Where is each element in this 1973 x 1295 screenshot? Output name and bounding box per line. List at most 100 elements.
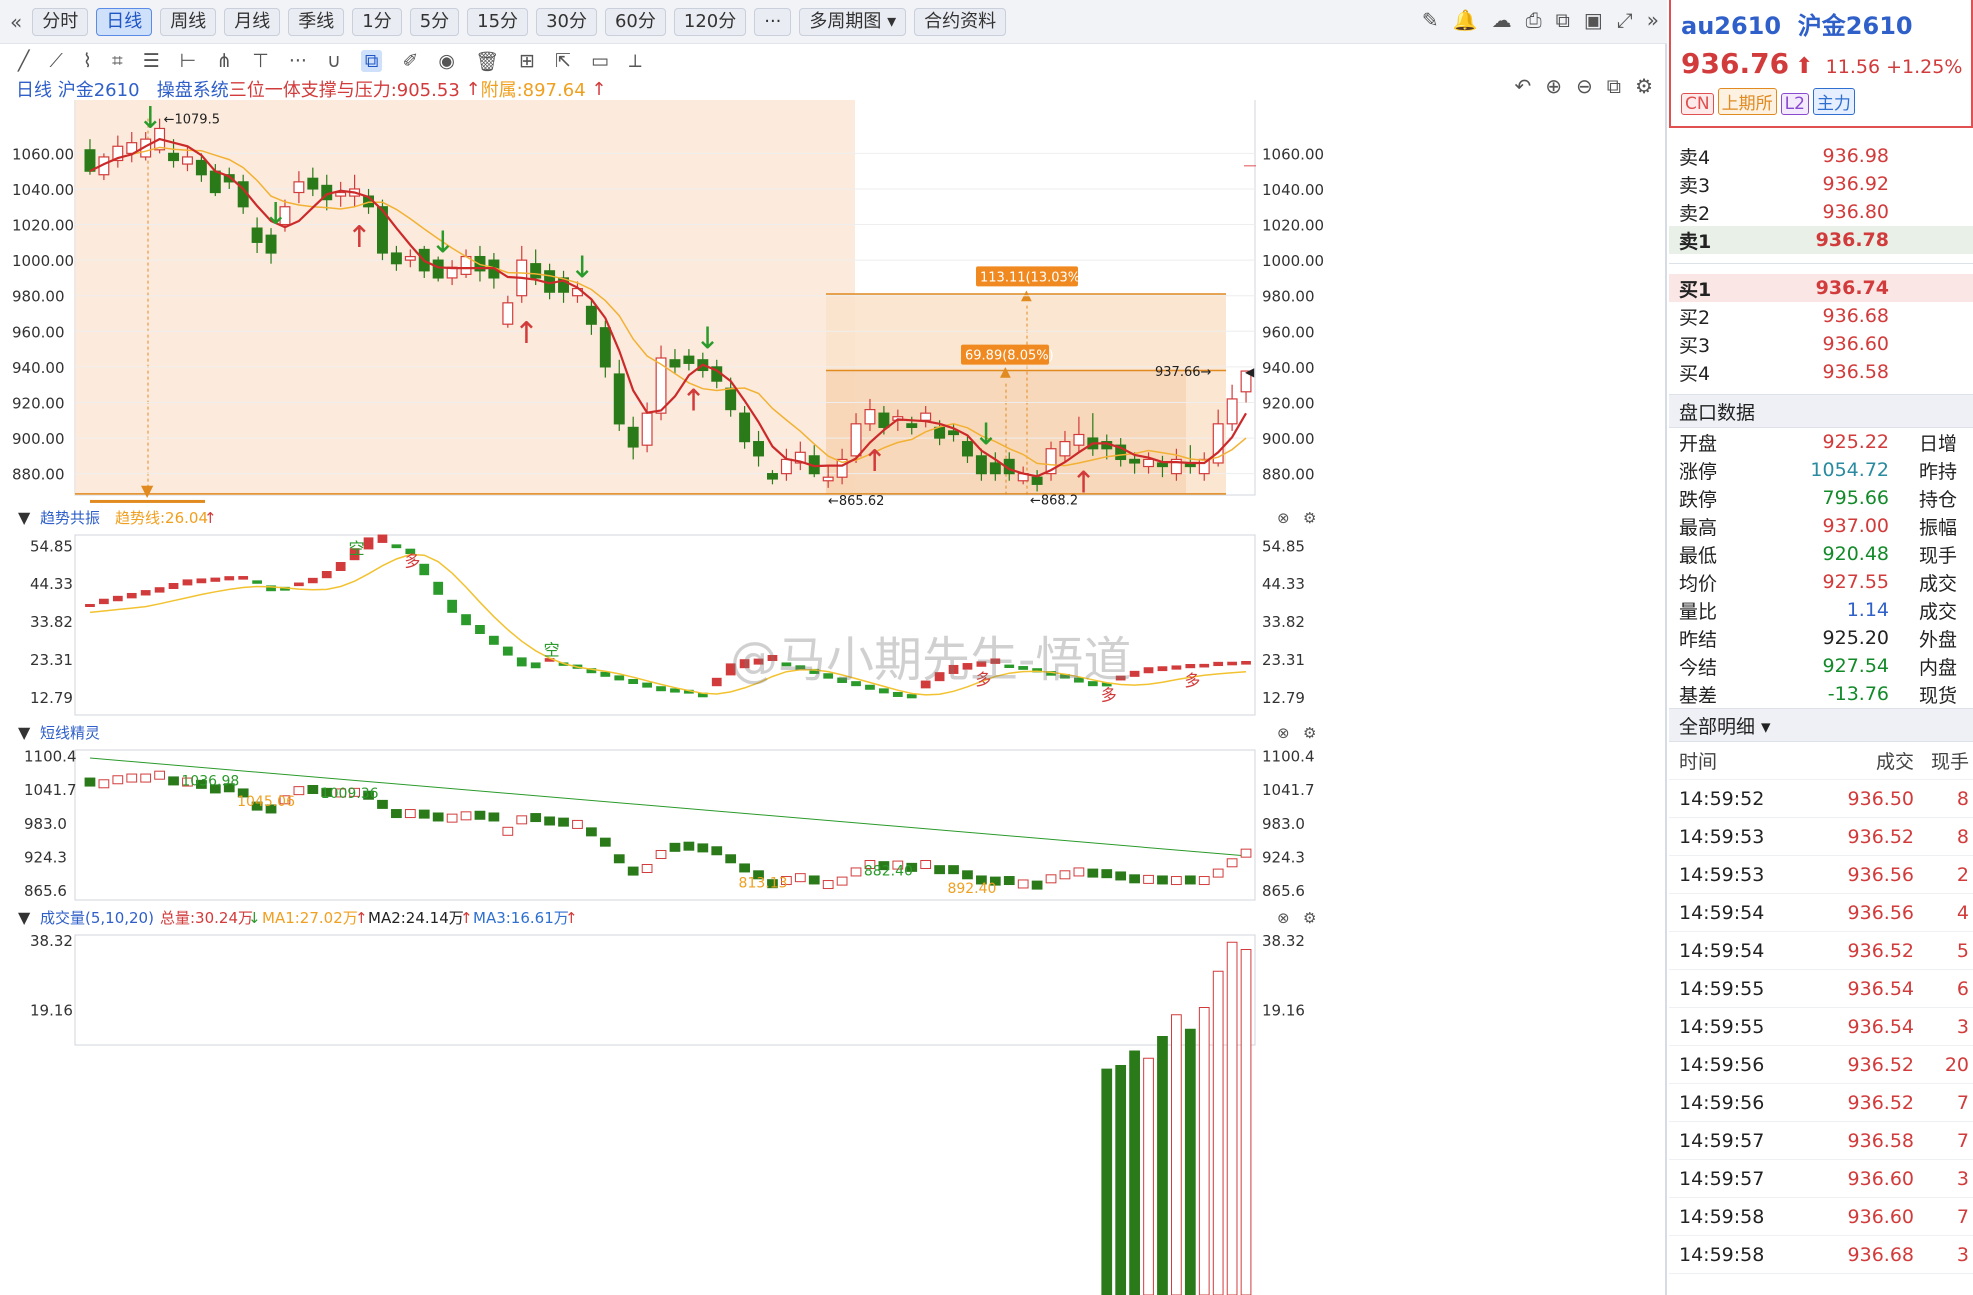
settings-icon[interactable]: ⚙ [1635, 74, 1653, 98]
trend-bar [920, 680, 931, 689]
short-value-label: 882.40 [864, 863, 913, 879]
panel-label: 涨停 [1679, 460, 1718, 483]
tick-row: 14:59:55 936.54 3 [1669, 1008, 1973, 1046]
period-button[interactable]: ··· [754, 7, 792, 36]
expand-right-icon[interactable]: » [1647, 8, 1659, 32]
fib-tool-icon[interactable]: ☰ [143, 50, 160, 72]
overlay-icon[interactable]: ⧉ [360, 50, 383, 72]
fan-tool-icon[interactable]: ⋔ [216, 50, 232, 72]
tick-list[interactable]: 14:59:52 936.50 8 14:59:53 936.52 8 14:59:53 93… [1669, 780, 1973, 1274]
col-time: 时间 [1679, 751, 1718, 773]
zoom-out-icon[interactable]: ⊖ [1576, 74, 1593, 98]
ruler-icon[interactable]: ⟂ [629, 50, 642, 72]
period-button[interactable]: 合约资料 [914, 7, 1007, 36]
price-change: 11.56 [1825, 56, 1881, 78]
short-bar [613, 854, 625, 864]
buy-row[interactable]: 买2 936.68 [1669, 302, 1973, 330]
collapse-left-icon[interactable]: « [10, 10, 22, 34]
line-tool-icon[interactable]: ╱ [18, 50, 29, 72]
candle-body [195, 159, 207, 176]
tick-vol: 5 [1956, 939, 1969, 962]
period-button[interactable]: 30分 [536, 7, 597, 36]
cloud-icon[interactable]: ☁ [1492, 8, 1512, 32]
ticks-title[interactable]: 全部明细 ▾ [1669, 708, 1973, 742]
candle-body [1156, 462, 1168, 468]
camera-icon[interactable]: ⎙ [1526, 8, 1542, 32]
ray-tool-icon[interactable]: ⟋ [49, 50, 62, 72]
panel-row: 量比 1.14 成交 [1669, 596, 1973, 624]
period-button[interactable]: 分时 [32, 7, 89, 36]
short-bar [655, 849, 667, 859]
candle-body [766, 473, 778, 480]
crop-tool-icon[interactable]: ⌗ [112, 50, 123, 72]
volume-bar [1101, 1068, 1113, 1295]
measure-arrow-icon: ▼ [141, 481, 154, 500]
bell-icon[interactable]: 🔔 [1453, 8, 1478, 32]
period-button[interactable]: 周线 [160, 7, 217, 36]
tick-row: 14:59:56 936.52 20 [1669, 1046, 1973, 1084]
comment-icon[interactable]: ▭ [591, 50, 609, 72]
period-button[interactable]: 季线 [288, 7, 345, 36]
up-arrow-icon: ↑ [460, 909, 473, 927]
share-icon[interactable]: ⇱ [555, 50, 571, 72]
buy-row[interactable]: 买3 936.60 [1669, 330, 1973, 358]
period-button[interactable]: 月线 [224, 7, 281, 36]
eraser-icon[interactable]: ✐ [402, 50, 418, 72]
buy-row[interactable]: 买4 936.58 [1669, 358, 1973, 386]
period-button[interactable]: 60分 [604, 7, 666, 36]
pen-icon[interactable]: ✎ [1422, 8, 1439, 32]
trend-bar [851, 681, 861, 687]
trend-tick-label: 33.82 [30, 613, 73, 631]
fullscreen-icon[interactable]: ⤢ [1617, 8, 1633, 32]
y-tick-label: 1040.00 [1262, 181, 1324, 199]
buy-row[interactable]: 买1 936.74 [1669, 274, 1973, 302]
kline-charts[interactable]: ▼▲▲113.11(13.03%)69.89(8.05%)880.00 880.0… [0, 100, 1667, 1295]
monitor-icon[interactable]: ▣ [1584, 8, 1603, 32]
trend-bar [196, 578, 207, 584]
period-button[interactable]: 15分 [467, 7, 529, 36]
window-icon[interactable]: ⧉ [1556, 8, 1570, 32]
trend-tick-label: 54.85 [30, 537, 73, 555]
undo-icon[interactable]: ↶ [1514, 74, 1531, 98]
tick-vol: 7 [1956, 1129, 1969, 1152]
tick-time: 14:59:54 [1679, 901, 1765, 924]
short-bar [962, 870, 973, 880]
trend-bar [210, 577, 221, 582]
tick-row: 14:59:55 936.54 6 [1669, 970, 1973, 1008]
candle-body [1059, 441, 1071, 457]
sell-row[interactable]: 卖4 936.98 [1669, 142, 1973, 170]
range-tool-icon[interactable]: ⊢ [180, 50, 197, 72]
period-button[interactable]: 120分 [673, 7, 747, 36]
buy-label: 买1 [1679, 278, 1712, 301]
panel-label: 量比 [1679, 600, 1718, 623]
sell-label: 卖1 [1679, 230, 1712, 253]
sell-row[interactable]: 卖3 936.92 [1669, 170, 1973, 198]
tick-time: 14:59:55 [1679, 1015, 1765, 1038]
chart-tools: ↶ ⊕ ⊖ ⧉ ⚙ [1514, 74, 1653, 98]
period-button[interactable]: 多周期图 ▾ [799, 7, 907, 36]
trash-icon[interactable]: 🗑 [475, 50, 499, 73]
trend-bar [976, 661, 987, 667]
period-button[interactable]: 1分 [352, 7, 402, 36]
zoom-in-icon[interactable]: ⊕ [1545, 74, 1562, 98]
panel-value: 927.54 [1822, 655, 1889, 677]
magnet-icon[interactable]: ∪ [327, 50, 341, 72]
short-value-label: 892.40 [947, 881, 996, 897]
sell-row[interactable]: 卖1 936.78 [1669, 226, 1973, 254]
period-button[interactable]: 5分 [409, 7, 460, 36]
panel-row: 昨结 925.20 外盘 [1669, 624, 1973, 652]
contract-name: 沪金2610 [57, 80, 140, 101]
level-tool-icon[interactable]: ⊤ [252, 50, 269, 72]
grid-icon[interactable]: ⊞ [519, 50, 535, 72]
short-value-label: 1045.06 [237, 794, 295, 810]
tick-price: 936.54 [1847, 1015, 1914, 1038]
short-bar [586, 827, 597, 837]
polyline-tool-icon[interactable]: ⌇ [83, 50, 92, 72]
eye-icon[interactable]: ◉ [438, 50, 455, 72]
copy-icon[interactable]: ⧉ [1607, 74, 1621, 98]
trend-bar [656, 686, 666, 692]
period-button[interactable]: 日线 [96, 7, 153, 36]
panel-row: 跌停 795.66 持仓 [1669, 484, 1973, 512]
sell-row[interactable]: 卖2 936.80 [1669, 198, 1973, 226]
more-tools-icon[interactable]: ··· [289, 50, 307, 72]
